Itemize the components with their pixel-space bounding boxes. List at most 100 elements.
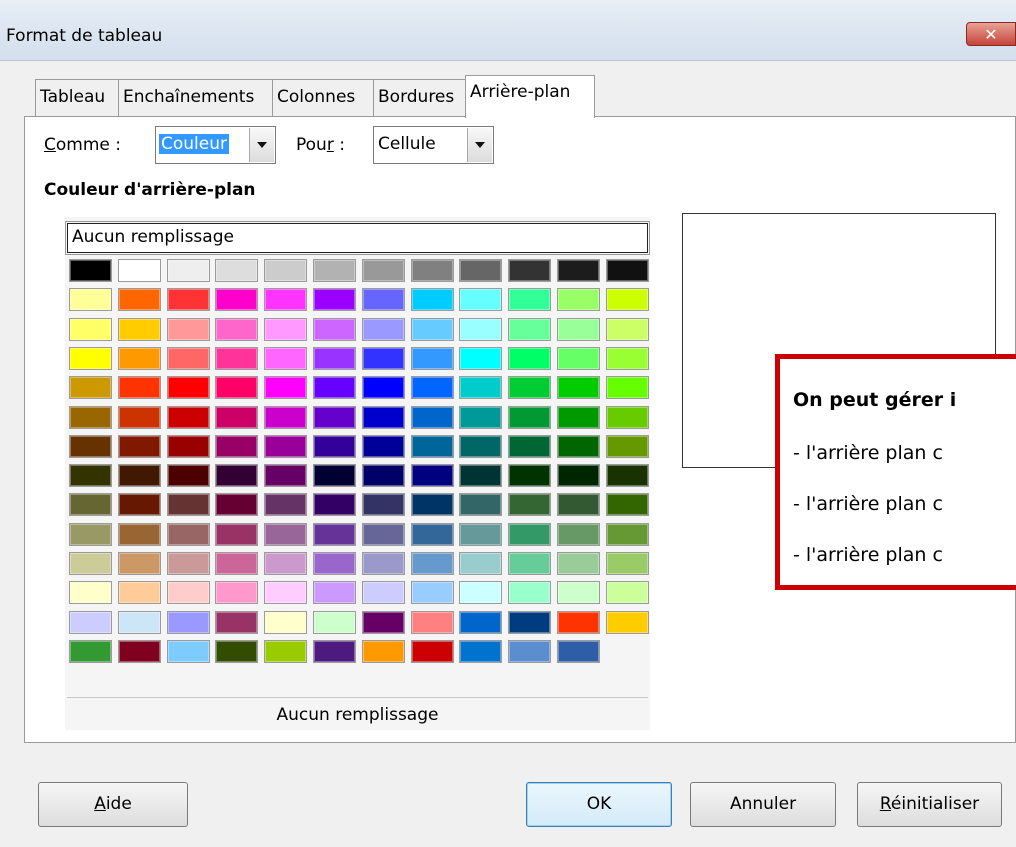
color-swatch[interactable]: [459, 552, 503, 575]
color-swatch[interactable]: [605, 552, 649, 575]
color-swatch[interactable]: [361, 581, 405, 605]
color-swatch[interactable]: [605, 259, 649, 282]
color-swatch[interactable]: [459, 522, 503, 546]
color-swatch[interactable]: [215, 639, 259, 663]
color-swatch[interactable]: [508, 522, 552, 546]
color-swatch[interactable]: [605, 522, 649, 546]
color-swatch[interactable]: [459, 288, 503, 312]
color-swatch[interactable]: [557, 610, 600, 634]
color-swatch[interactable]: [313, 405, 356, 429]
tab-tableau[interactable]: Tableau: [35, 79, 119, 117]
comme-select[interactable]: Couleur: [155, 126, 276, 164]
color-swatch[interactable]: [117, 552, 161, 575]
ok-button[interactable]: OK: [526, 782, 672, 827]
color-swatch[interactable]: [264, 376, 308, 400]
color-swatch[interactable]: [69, 610, 112, 634]
color-swatch[interactable]: [117, 493, 161, 517]
color-swatch[interactable]: [264, 610, 308, 634]
color-swatch[interactable]: [166, 639, 210, 663]
color-swatch[interactable]: [69, 493, 112, 517]
color-swatch[interactable]: [117, 581, 161, 605]
color-swatch[interactable]: [557, 376, 600, 400]
color-swatch[interactable]: [410, 581, 454, 605]
color-swatch[interactable]: [361, 317, 405, 341]
color-swatch[interactable]: [313, 493, 356, 517]
color-swatch[interactable]: [410, 552, 454, 575]
color-swatch[interactable]: [459, 434, 503, 458]
color-swatch[interactable]: [117, 259, 161, 282]
color-swatch[interactable]: [166, 346, 210, 370]
color-swatch[interactable]: [508, 405, 552, 429]
color-swatch[interactable]: [166, 376, 210, 400]
color-swatch[interactable]: [361, 434, 405, 458]
color-swatch[interactable]: [410, 288, 454, 312]
color-swatch[interactable]: [557, 259, 600, 282]
color-swatch[interactable]: [69, 317, 112, 341]
color-swatch[interactable]: [361, 288, 405, 312]
color-swatch[interactable]: [117, 434, 161, 458]
color-swatch[interactable]: [508, 288, 552, 312]
color-swatch[interactable]: [166, 493, 210, 517]
color-swatch[interactable]: [264, 434, 308, 458]
color-swatch[interactable]: [166, 522, 210, 546]
tab-colonnes[interactable]: Colonnes: [272, 79, 374, 117]
color-swatch[interactable]: [410, 434, 454, 458]
color-swatch[interactable]: [313, 464, 356, 488]
color-swatch[interactable]: [166, 288, 210, 312]
color-swatch[interactable]: [459, 639, 503, 663]
color-swatch[interactable]: [459, 610, 503, 634]
color-swatch[interactable]: [459, 376, 503, 400]
color-swatch[interactable]: [508, 581, 552, 605]
color-swatch[interactable]: [313, 288, 356, 312]
color-swatch[interactable]: [557, 639, 600, 663]
color-swatch[interactable]: [264, 317, 308, 341]
color-swatch[interactable]: [361, 405, 405, 429]
color-swatch[interactable]: [459, 346, 503, 370]
color-swatch[interactable]: [605, 434, 649, 458]
color-swatch[interactable]: [557, 464, 600, 488]
color-swatch[interactable]: [557, 434, 600, 458]
color-swatch[interactable]: [264, 639, 308, 663]
color-swatch[interactable]: [215, 346, 259, 370]
color-swatch[interactable]: [410, 376, 454, 400]
color-swatch[interactable]: [361, 346, 405, 370]
color-swatch[interactable]: [557, 581, 600, 605]
tab-bordures[interactable]: Bordures: [373, 79, 466, 117]
color-swatch[interactable]: [459, 405, 503, 429]
color-swatch[interactable]: [215, 376, 259, 400]
color-swatch[interactable]: [313, 259, 356, 282]
color-swatch[interactable]: [361, 522, 405, 546]
color-swatch[interactable]: [313, 522, 356, 546]
color-swatch[interactable]: [313, 610, 356, 634]
color-swatch[interactable]: [410, 493, 454, 517]
chevron-down-icon[interactable]: [249, 128, 274, 162]
close-icon[interactable]: ✕: [966, 22, 1016, 46]
color-swatch[interactable]: [557, 522, 600, 546]
color-swatch[interactable]: [69, 522, 112, 546]
color-swatch[interactable]: [69, 581, 112, 605]
color-swatch[interactable]: [459, 581, 503, 605]
color-swatch[interactable]: [508, 464, 552, 488]
color-swatch[interactable]: [361, 464, 405, 488]
color-swatch[interactable]: [264, 346, 308, 370]
color-swatch[interactable]: [215, 493, 259, 517]
color-swatch[interactable]: [605, 346, 649, 370]
color-swatch[interactable]: [117, 317, 161, 341]
color-swatch[interactable]: [605, 610, 649, 634]
color-swatch[interactable]: [605, 493, 649, 517]
color-swatch[interactable]: [361, 259, 405, 282]
color-swatch[interactable]: [557, 317, 600, 341]
color-swatch[interactable]: [215, 581, 259, 605]
color-swatch[interactable]: [508, 493, 552, 517]
color-swatch[interactable]: [508, 610, 552, 634]
no-fill-field[interactable]: Aucun remplissage: [65, 221, 650, 255]
color-swatch[interactable]: [264, 581, 308, 605]
color-swatch[interactable]: [361, 639, 405, 663]
color-swatch[interactable]: [166, 610, 210, 634]
color-swatch[interactable]: [166, 552, 210, 575]
color-swatch[interactable]: [215, 464, 259, 488]
color-swatch[interactable]: [313, 639, 356, 663]
color-swatch[interactable]: [69, 288, 112, 312]
color-swatch[interactable]: [215, 259, 259, 282]
color-swatch[interactable]: [313, 317, 356, 341]
